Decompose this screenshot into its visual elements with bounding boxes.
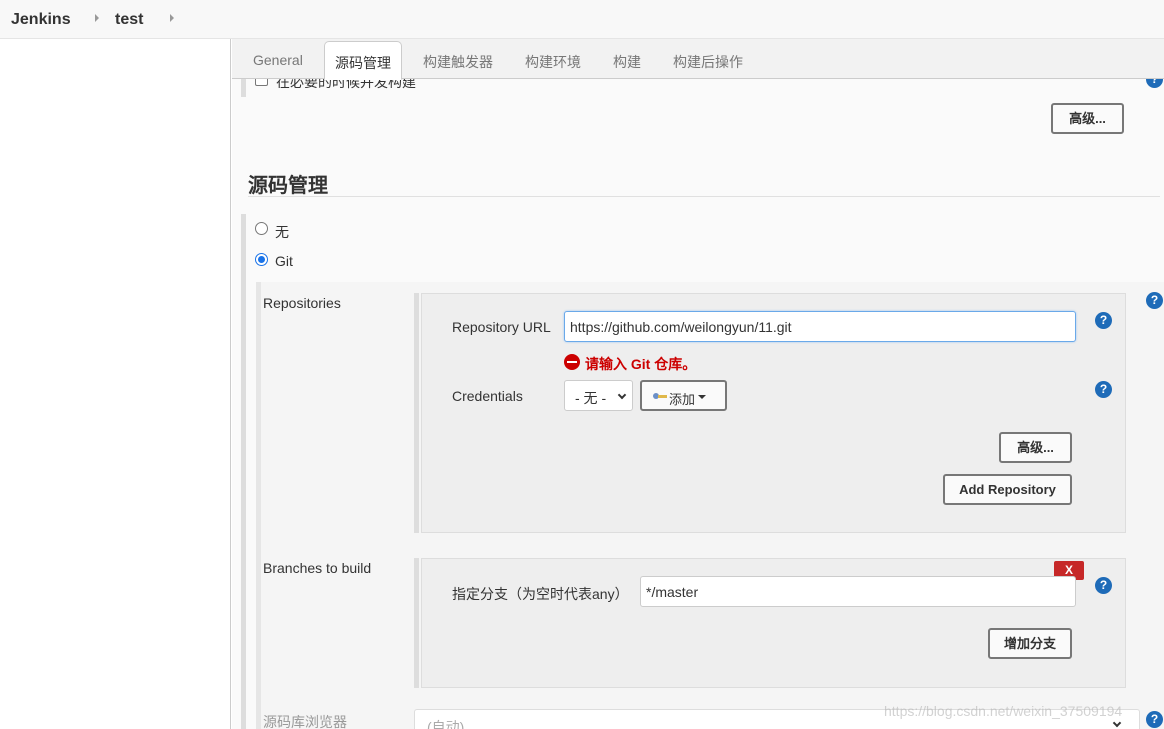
help-icon[interactable]: ? <box>1095 577 1112 594</box>
breadcrumb-test[interactable]: test <box>115 11 143 29</box>
branches-bar <box>414 558 419 688</box>
caret-down-icon <box>698 395 706 399</box>
breadcrumb-separator-icon <box>95 14 99 22</box>
key-icon <box>653 393 667 399</box>
help-icon[interactable]: ? <box>1146 292 1163 309</box>
branches-label: Branches to build <box>263 560 372 576</box>
repository-browser-label: 源码库浏览器 <box>263 714 347 729</box>
git-bar <box>256 282 261 729</box>
scm-none-radio[interactable] <box>255 222 268 235</box>
tab-scm[interactable]: 源码管理 <box>324 41 402 80</box>
scm-section-title: 源码管理 <box>248 175 328 197</box>
repository-url-input[interactable]: https://github.com/weilongyun/11.git <box>564 311 1076 342</box>
error-icon <box>564 354 580 370</box>
help-icon[interactable]: ? <box>1146 711 1163 728</box>
add-repository-button[interactable]: Add Repository <box>943 474 1072 505</box>
tab-build-triggers[interactable]: 构建触发器 <box>423 52 493 72</box>
scm-git-label: Git <box>275 253 293 269</box>
scm-git-radio[interactable] <box>255 253 268 266</box>
config-form: General 源码管理 构建触发器 构建环境 构建 构建后操作 在必要的时候并… <box>232 39 1164 729</box>
add-credentials-button[interactable]: 添加 <box>640 380 727 411</box>
add-credentials-label: 添加 <box>669 392 696 407</box>
help-icon[interactable]: ? <box>1095 312 1112 329</box>
repository-url-label: Repository URL <box>452 319 551 335</box>
branch-specifier-label: 指定分支（为空时代表any） <box>452 586 629 602</box>
help-icon[interactable]: ? <box>1095 381 1112 398</box>
breadcrumb: Jenkins test <box>0 0 1164 39</box>
repositories-bar <box>414 293 419 533</box>
scm-bar <box>241 214 246 729</box>
breadcrumb-jenkins[interactable]: Jenkins <box>11 11 71 29</box>
watermark: https://blog.csdn.net/weixin_37509194 <box>884 703 1123 719</box>
tab-general[interactable]: General <box>253 52 303 68</box>
sidebar <box>0 39 231 729</box>
repository-advanced-button[interactable]: 高级... <box>999 432 1072 463</box>
config-tabs: General 源码管理 构建触发器 构建环境 构建 构建后操作 <box>232 39 1164 80</box>
add-branch-button[interactable]: 增加分支 <box>988 628 1072 659</box>
credentials-value: - 无 - <box>575 390 607 406</box>
section-bar <box>241 79 246 97</box>
tab-build-environment[interactable]: 构建环境 <box>525 52 581 72</box>
breadcrumb-separator-icon[interactable] <box>170 14 174 22</box>
advanced-button[interactable]: 高级... <box>1051 103 1124 134</box>
tab-build[interactable]: 构建 <box>613 52 641 72</box>
tab-post-build[interactable]: 构建后操作 <box>673 52 743 72</box>
repository-browser-value: (自动) <box>427 719 465 729</box>
repository-url-error: 请输入 Git 仓库。 <box>585 356 697 372</box>
scm-none-label: 无 <box>275 224 289 240</box>
credentials-label: Credentials <box>452 388 523 404</box>
branch-specifier-input[interactable]: */master <box>640 576 1076 607</box>
section-divider <box>248 196 1160 197</box>
repositories-label: Repositories <box>263 295 341 311</box>
